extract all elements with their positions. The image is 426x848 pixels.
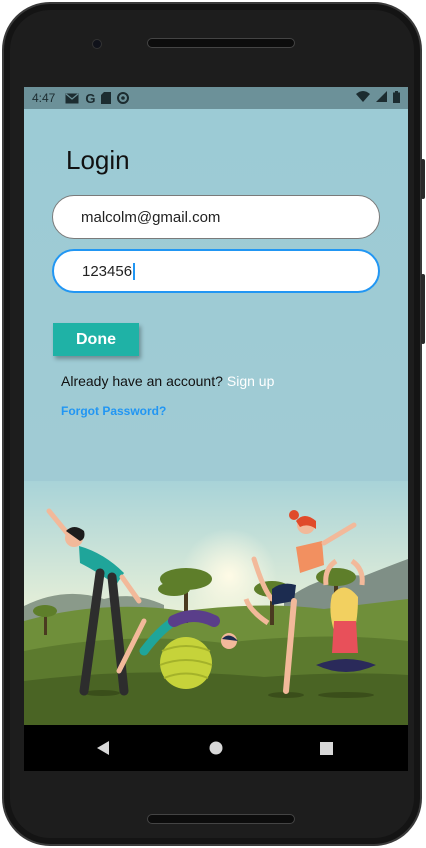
recents-icon[interactable] bbox=[296, 725, 356, 771]
password-value: 123456 bbox=[82, 262, 133, 280]
sign-up-link[interactable]: Sign up bbox=[227, 373, 274, 389]
have-account-text: Already have an account? bbox=[61, 373, 223, 389]
wifi-icon bbox=[356, 91, 370, 105]
app-screen: 4:47 G Login malcolm@gmail.com 123456 Do… bbox=[24, 87, 408, 771]
forgot-password-link[interactable]: Forgot Password? bbox=[61, 404, 166, 418]
system-nav-bar bbox=[24, 725, 408, 771]
earpiece-speaker bbox=[147, 38, 295, 48]
email-value: malcolm@gmail.com bbox=[81, 208, 221, 226]
back-icon[interactable] bbox=[74, 725, 134, 771]
page-title: Login bbox=[66, 145, 130, 175]
sd-card-icon bbox=[101, 92, 112, 104]
battery-icon bbox=[393, 90, 400, 106]
google-icon: G bbox=[85, 90, 96, 106]
yoga-illustration bbox=[24, 481, 408, 725]
text-cursor bbox=[133, 262, 135, 280]
password-field[interactable]: 123456 bbox=[52, 249, 380, 293]
done-button[interactable]: Done bbox=[53, 323, 139, 356]
email-field[interactable]: malcolm@gmail.com bbox=[52, 195, 380, 239]
mail-icon bbox=[65, 93, 79, 104]
front-camera bbox=[92, 39, 102, 49]
sync-icon bbox=[117, 92, 130, 104]
home-icon[interactable] bbox=[186, 725, 246, 771]
have-account-row: Already have an account? Sign up bbox=[61, 373, 274, 389]
login-page: Login malcolm@gmail.com 123456 Done Alre… bbox=[24, 109, 408, 725]
status-time: 4:47 bbox=[32, 91, 56, 105]
status-bar: 4:47 G bbox=[24, 87, 408, 109]
bottom-speaker bbox=[147, 814, 295, 824]
power-button bbox=[421, 274, 425, 344]
volume-button bbox=[421, 159, 425, 199]
signal-icon bbox=[376, 91, 387, 105]
